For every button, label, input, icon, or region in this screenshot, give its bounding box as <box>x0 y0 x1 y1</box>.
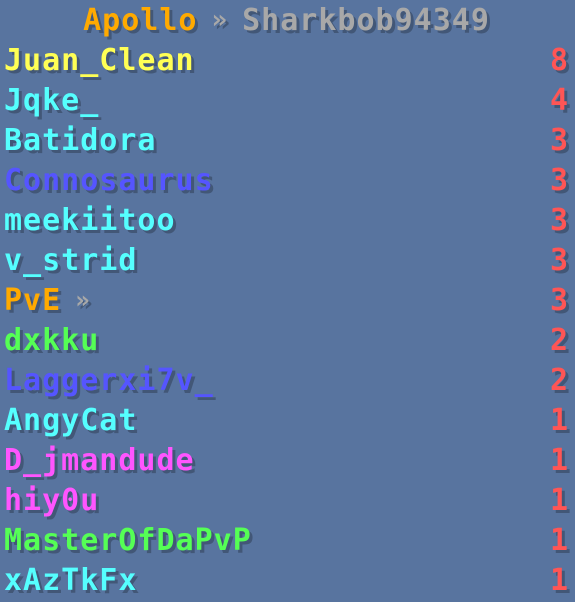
player-score: 8 <box>549 42 569 78</box>
player-name: Connosaurus <box>4 162 214 198</box>
player-score: 1 <box>549 482 569 518</box>
scoreboard-rows: Juan_Clean 8 Jqke_ 4 Batidora 3 Connosaurus 3 me… <box>4 40 569 600</box>
player-entry: Juan_Clean <box>4 43 195 78</box>
table-row: meekiitoo 3 <box>4 200 569 240</box>
player-name: MasterOfDaPvP <box>4 522 252 558</box>
table-row: Batidora 3 <box>4 120 569 160</box>
player-name: Laggerxi7v_ <box>4 362 214 398</box>
player-name: D_jmandude <box>4 442 195 478</box>
scoreboard: Apollo » Sharkbob94349 Juan_Clean 8 Jqke_ 4… <box>0 0 575 602</box>
player-name: Juan_Clean <box>4 42 195 78</box>
player-score: 3 <box>549 162 569 198</box>
separator-icon: » <box>211 5 229 35</box>
player-entry: D_jmandude <box>4 443 195 478</box>
table-row: dxkku 2 <box>4 320 569 360</box>
player-name: hiy0u <box>4 482 100 518</box>
arrow-icon: » <box>75 286 91 314</box>
table-row: xAzTkFx 1 <box>4 560 569 600</box>
player-score: 1 <box>549 522 569 558</box>
table-row: PvE » 3 <box>4 280 569 320</box>
player-entry: hiy0u <box>4 483 99 518</box>
player-score: 4 <box>549 82 569 118</box>
table-row: v_strid 3 <box>4 240 569 280</box>
player-score: 2 <box>549 322 569 358</box>
player-entry: Jqke_ <box>4 83 99 118</box>
player-entry: xAzTkFx <box>4 563 137 598</box>
table-row: D_jmandude 1 <box>4 440 569 480</box>
player-name: dxkku <box>4 322 100 358</box>
player-score: 3 <box>549 282 569 318</box>
player-entry: PvE » <box>4 283 91 318</box>
player-entry: Connosaurus <box>4 163 214 198</box>
player-name: v_strid <box>4 242 138 278</box>
player-score: 1 <box>549 442 569 478</box>
player-entry: dxkku <box>4 323 99 358</box>
team-name: Apollo <box>83 2 198 38</box>
player-score: 2 <box>549 362 569 398</box>
player-score: 3 <box>549 202 569 238</box>
player-name: AngyCat <box>4 402 138 438</box>
player-entry: Batidora <box>4 123 157 158</box>
player-score: 3 <box>549 242 569 278</box>
player-name: meekiitoo <box>4 202 176 238</box>
player-score: 3 <box>549 122 569 158</box>
player-score: 1 <box>549 562 569 598</box>
player-entry: v_strid <box>4 243 137 278</box>
player-entry: MasterOfDaPvP <box>4 523 252 558</box>
scoreboard-header: Apollo » Sharkbob94349 <box>4 0 569 40</box>
table-row: AngyCat 1 <box>4 400 569 440</box>
player-name: xAzTkFx <box>4 562 138 598</box>
table-row: Jqke_ 4 <box>4 80 569 120</box>
player-name: Sharkbob94349 <box>242 2 490 38</box>
table-row: Connosaurus 3 <box>4 160 569 200</box>
table-row: Laggerxi7v_ 2 <box>4 360 569 400</box>
player-name: Batidora <box>4 122 157 158</box>
player-score: 1 <box>549 402 569 438</box>
player-entry: AngyCat <box>4 403 137 438</box>
player-name: PvE <box>4 282 62 318</box>
player-entry: Laggerxi7v_ <box>4 363 214 398</box>
table-row: hiy0u 1 <box>4 480 569 520</box>
player-entry: meekiitoo <box>4 203 176 238</box>
table-row: Juan_Clean 8 <box>4 40 569 80</box>
player-name: Jqke_ <box>4 82 100 118</box>
table-row: MasterOfDaPvP 1 <box>4 520 569 560</box>
